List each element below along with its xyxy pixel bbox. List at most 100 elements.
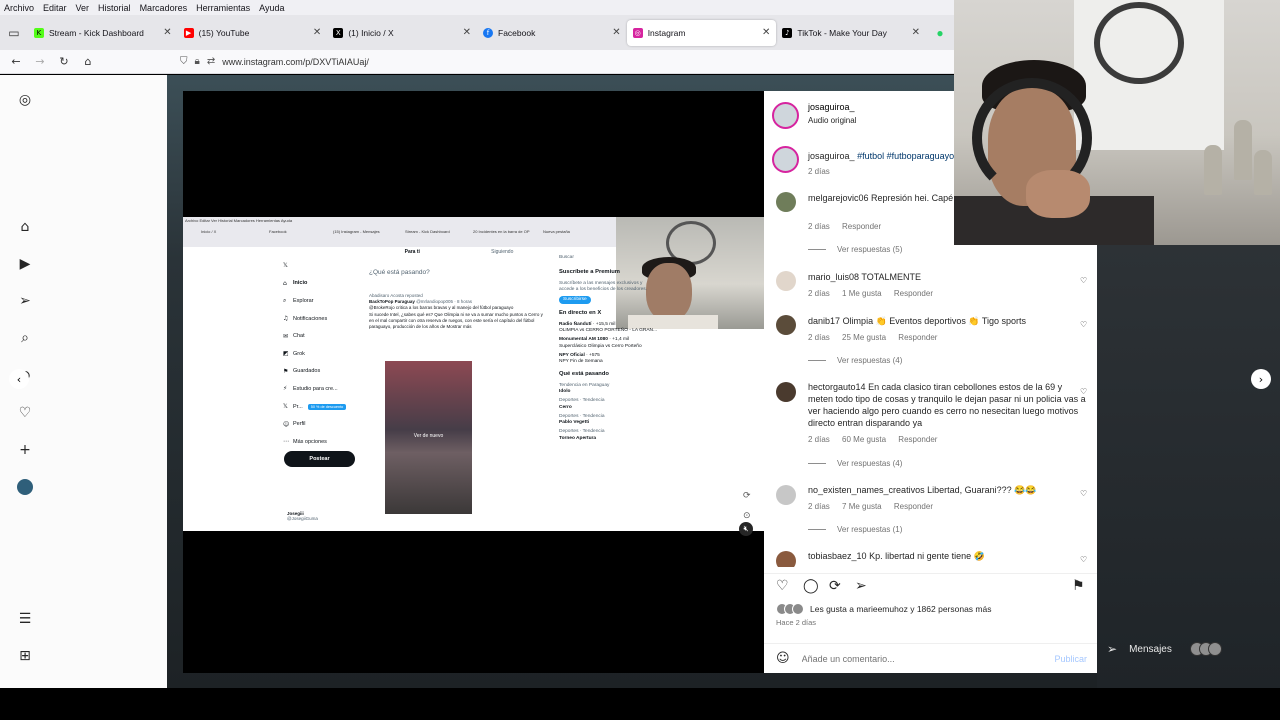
x-timeline-tabs: Para ti Siguiendo: [369, 249, 549, 255]
apps-icon[interactable]: ⊞: [16, 647, 34, 665]
comment-like-icon[interactable]: ♡: [1080, 276, 1087, 285]
view-replies-button[interactable]: Ver respuestas (4): [808, 459, 902, 468]
likes-user[interactable]: marieemuhoz: [856, 604, 908, 614]
mute-icon[interactable]: 🔇︎: [739, 522, 753, 536]
previous-post-icon[interactable]: ‹: [9, 369, 29, 389]
comment-likes[interactable]: 60 Me gusta: [842, 435, 886, 444]
comment-user[interactable]: mario_luis08: [808, 272, 859, 282]
home-icon[interactable]: ⌂: [16, 218, 34, 236]
share-icon[interactable]: ➢: [855, 578, 867, 594]
close-icon[interactable]: ✕: [912, 27, 920, 38]
x-nav-item: ◩ Grok: [283, 345, 346, 363]
send-icon[interactable]: ➢: [16, 292, 34, 310]
forward-icon[interactable]: →: [28, 50, 52, 74]
close-icon[interactable]: ✕: [313, 27, 321, 38]
whatsapp-tab-icon[interactable]: ●: [926, 15, 954, 50]
comment-likes[interactable]: 1 Me gusta: [842, 289, 882, 298]
url-text[interactable]: www.instagram.com/p/DXVTiAIAUaj/: [222, 57, 369, 67]
comment-input[interactable]: [801, 653, 1042, 664]
heart-icon[interactable]: ♡: [16, 404, 34, 422]
messages-button[interactable]: ➢ Mensajes: [1097, 636, 1257, 662]
x-live-item: Radio Ñandutí · +15,5 mil OLIMPIA vs CERR…: [559, 322, 658, 334]
tab-instagram[interactable]: ◎ Instagram ✕: [626, 19, 777, 46]
comment-user[interactable]: hectorgauto14: [808, 382, 866, 392]
caption-avatar[interactable]: [772, 146, 799, 173]
reply-button[interactable]: Responder: [898, 333, 937, 342]
tab-list-icon[interactable]: ▭: [0, 15, 28, 50]
menu-historial[interactable]: Historial: [98, 3, 131, 13]
reply-button[interactable]: Responder: [894, 502, 933, 511]
menu-ver[interactable]: Ver: [76, 3, 90, 13]
like-icon[interactable]: ♡: [776, 578, 789, 594]
commenter-avatar[interactable]: [776, 271, 796, 291]
comment-user[interactable]: no_existen_names_creativos: [808, 485, 925, 495]
commenter-avatar[interactable]: [776, 382, 796, 402]
close-icon[interactable]: ✕: [612, 27, 620, 38]
tab-tiktok[interactable]: ♪ TikTok - Make Your Day ✕: [776, 20, 926, 46]
comment-user[interactable]: melgarejovic06: [808, 193, 869, 203]
commenter-avatar[interactable]: [776, 551, 796, 567]
lock-icon[interactable]: 🔒︎: [195, 56, 200, 67]
emoji-icon[interactable]: ☺: [776, 651, 790, 666]
menu-marcadores[interactable]: Marcadores: [140, 3, 188, 13]
x-user-handle: @JosegiiGuma: [287, 516, 318, 522]
reply-button[interactable]: Responder: [842, 222, 881, 231]
post-media-video[interactable]: Archivo Editar Ver Historial Marcadores …: [183, 91, 764, 673]
reply-button[interactable]: Responder: [894, 289, 933, 298]
comment-like-icon[interactable]: ♡: [1080, 489, 1087, 498]
home-nav-icon[interactable]: ⌂: [76, 50, 100, 74]
x-nav-label: Notificaciones: [293, 315, 328, 322]
close-icon[interactable]: ✕: [463, 27, 471, 38]
menu-icon[interactable]: ☰: [16, 610, 34, 628]
modal-backdrop-right[interactable]: [1097, 245, 1280, 688]
view-replies-button[interactable]: Ver respuestas (1): [808, 525, 902, 534]
next-post-icon[interactable]: ›: [1251, 369, 1271, 389]
menu-archivo[interactable]: Archivo: [4, 3, 34, 13]
permissions-icon[interactable]: ⇄: [207, 56, 215, 67]
reels-icon[interactable]: ▶: [16, 255, 34, 273]
author-avatar[interactable]: [772, 102, 799, 129]
url-bar[interactable]: ⛉ 🔒︎ ⇄ www.instagram.com/p/DXVTiAIAUaj/: [180, 56, 369, 67]
commenter-avatar[interactable]: [776, 485, 796, 505]
reload-icon[interactable]: ↻: [52, 50, 76, 74]
caption-hashtags[interactable]: #futbol #futboparaguayo: [857, 151, 954, 161]
close-icon[interactable]: ✕: [163, 27, 171, 38]
view-replies-button[interactable]: Ver respuestas (5): [808, 245, 902, 254]
comment-likes[interactable]: 7 Me gusta: [842, 502, 882, 511]
comment-likes[interactable]: 25 Me gusta: [842, 333, 886, 342]
tab-youtube[interactable]: ▶ (15) YouTube ✕: [178, 20, 328, 46]
shield-icon[interactable]: ⛉: [180, 56, 188, 67]
menu-ayuda[interactable]: Ayuda: [259, 3, 284, 13]
comment-like-icon[interactable]: ♡: [1080, 555, 1087, 564]
comment-like-icon[interactable]: ♡: [1080, 387, 1087, 396]
view-replies-button[interactable]: Ver respuestas (4): [808, 356, 902, 365]
caption-user[interactable]: josaguiroa_: [808, 151, 855, 161]
close-icon[interactable]: ✕: [762, 27, 770, 38]
repost-icon[interactable]: ⟳: [829, 578, 841, 594]
likers-avatars[interactable]: [776, 603, 804, 615]
comment-like-icon[interactable]: ♡: [1080, 320, 1087, 329]
send-icon: ➢: [1107, 642, 1118, 656]
publish-button[interactable]: Publicar: [1054, 654, 1087, 664]
instagram-logo-icon[interactable]: ◎: [16, 91, 34, 109]
save-icon[interactable]: ⚑: [1072, 578, 1085, 594]
search-icon[interactable]: ⌕: [16, 329, 34, 347]
menu-editar[interactable]: Editar: [43, 3, 67, 13]
comment-icon[interactable]: ◯: [803, 578, 819, 594]
profile-icon[interactable]: [16, 478, 34, 496]
comment-user[interactable]: tobiasbaez_10: [808, 551, 867, 561]
comment-user[interactable]: danib17: [808, 316, 840, 326]
back-icon[interactable]: ←: [4, 50, 28, 74]
menu-herramientas[interactable]: Herramientas: [196, 3, 250, 13]
reply-button[interactable]: Responder: [898, 435, 937, 444]
post-author[interactable]: josaguiroa_: [808, 102, 855, 112]
tab-x[interactable]: X (1) Inicio / X ✕: [327, 20, 477, 46]
likes-suffix[interactable]: y 1862 personas más: [910, 604, 991, 614]
commenter-avatar[interactable]: [776, 315, 796, 335]
commenter-avatar[interactable]: [776, 192, 796, 212]
embedded-tab: (15) Instagram - Mensajes: [333, 229, 380, 234]
tab-kick[interactable]: K Stream - Kick Dashboard ✕: [28, 20, 178, 46]
post-audio[interactable]: Audio original: [808, 116, 856, 125]
plus-icon[interactable]: +: [16, 441, 34, 459]
tab-facebook[interactable]: f Facebook ✕: [477, 20, 627, 46]
